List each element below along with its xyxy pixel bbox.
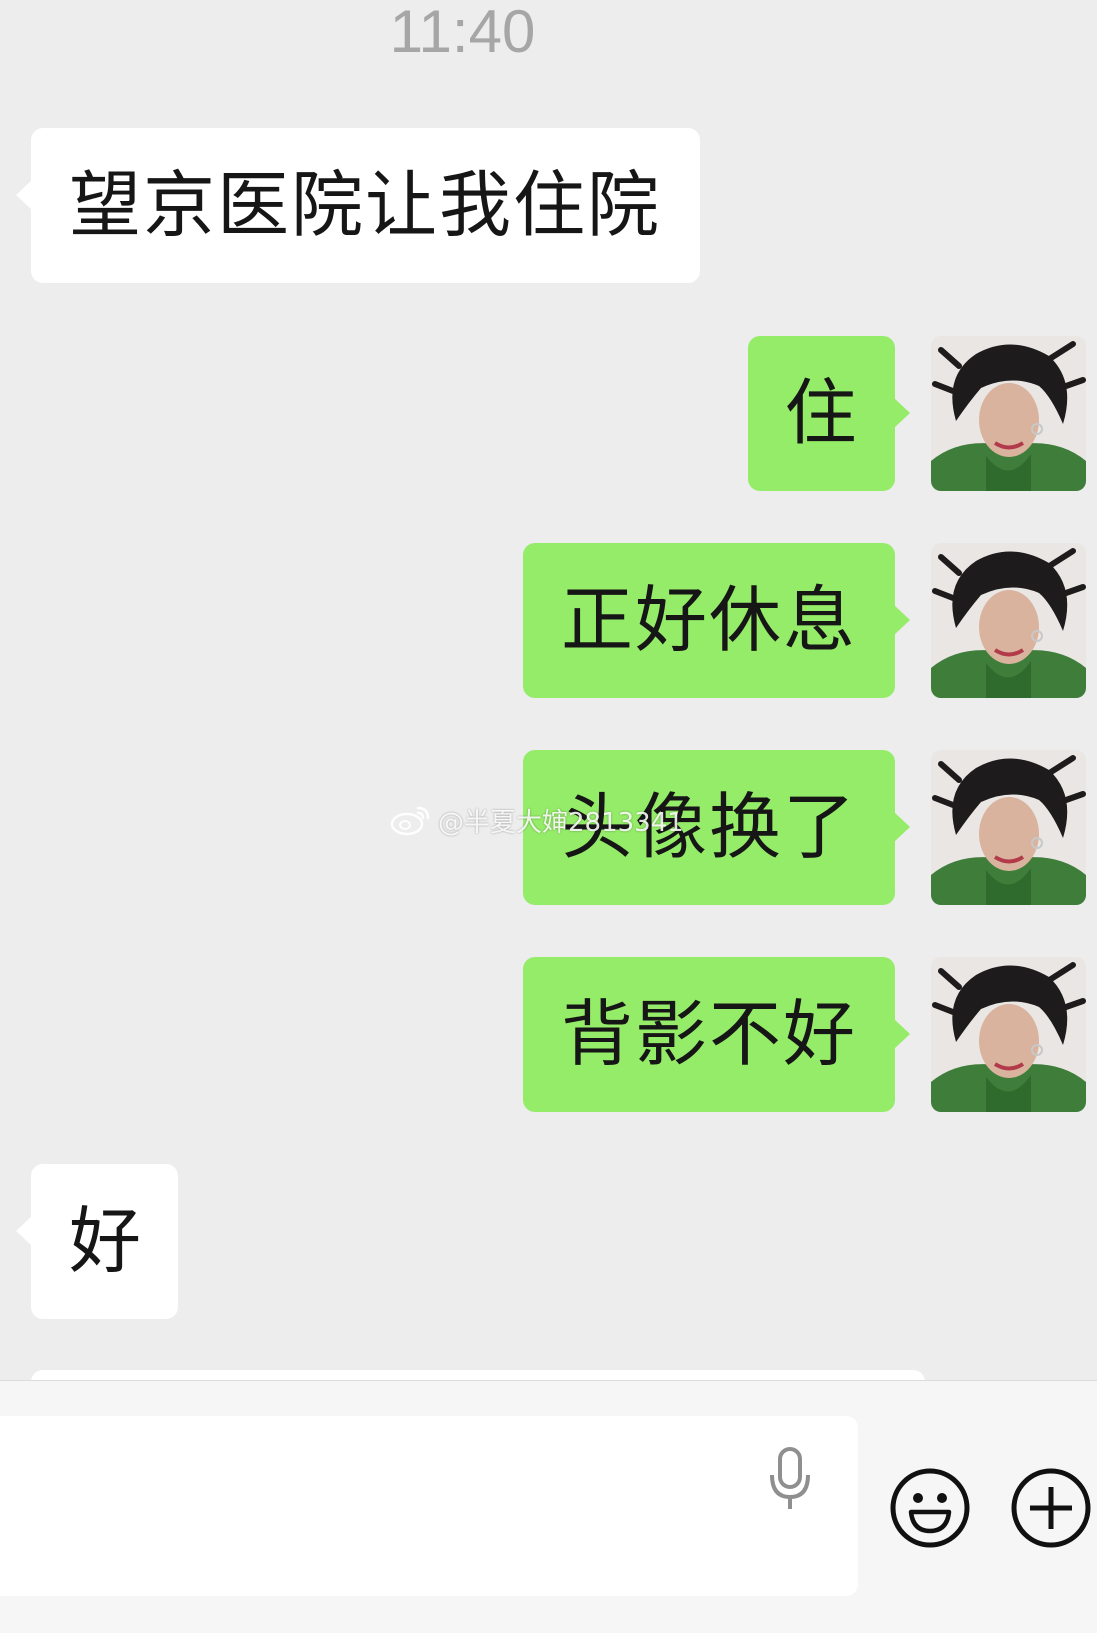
microphone-icon[interactable]: [765, 1445, 815, 1515]
plus-icon[interactable]: [1010, 1467, 1092, 1549]
emoji-icon[interactable]: [889, 1467, 971, 1549]
avatar-photo: [931, 750, 1086, 905]
user-avatar[interactable]: [931, 750, 1086, 905]
message-input-bar: [0, 1380, 1097, 1633]
message-text-field[interactable]: [0, 1416, 858, 1596]
message-bubble-outgoing[interactable]: 背影不好: [523, 957, 910, 1112]
message-bubble-incoming[interactable]: 望京医院让我住院: [16, 128, 700, 283]
avatar-photo: [931, 336, 1086, 491]
user-avatar[interactable]: [931, 543, 1086, 698]
avatar-photo: [931, 543, 1086, 698]
user-avatar[interactable]: [931, 336, 1086, 491]
weibo-logo-icon: [390, 806, 430, 836]
user-avatar[interactable]: [931, 957, 1086, 1112]
message-bubble-outgoing[interactable]: 正好休息: [523, 543, 910, 698]
chat-timestamp: 11:40: [389, 0, 536, 65]
watermark-text: @半夏大婶2813341: [438, 807, 684, 838]
weibo-watermark: @半夏大婶2813341: [390, 800, 684, 840]
message-bubble-outgoing[interactable]: 住: [748, 336, 910, 491]
avatar-photo: [931, 957, 1086, 1112]
message-bubble-incoming[interactable]: 好: [16, 1164, 178, 1319]
